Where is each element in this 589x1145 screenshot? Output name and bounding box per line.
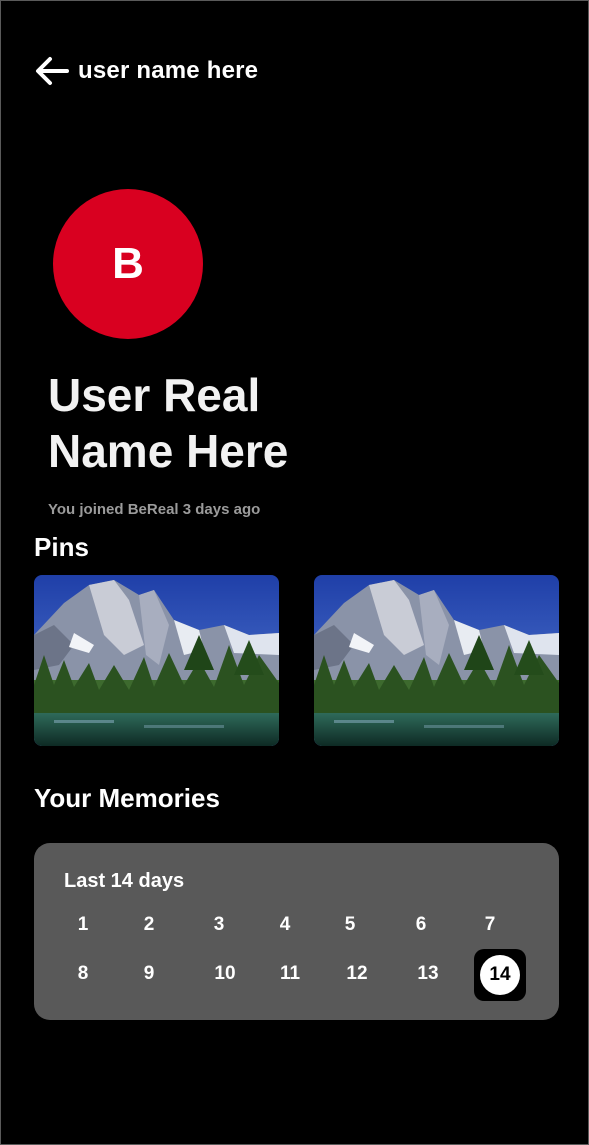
memory-day[interactable]: 13 [408, 959, 448, 989]
username: user name here [78, 57, 259, 84]
current-day-label: 14 [480, 955, 520, 995]
avatar: B [53, 189, 203, 339]
memories-title: Your Memories [34, 783, 220, 813]
memory-day[interactable]: 11 [270, 959, 310, 989]
memory-day[interactable]: 5 [330, 910, 370, 940]
pin-photo[interactable] [34, 575, 279, 746]
pins-title: Pins [34, 532, 89, 562]
memory-day[interactable]: 9 [129, 959, 169, 989]
mountain-lake-photo [34, 575, 279, 746]
arrow-left-icon [36, 57, 69, 85]
memory-day[interactable]: 1 [63, 910, 103, 940]
memory-day[interactable]: 6 [401, 910, 441, 940]
memory-day[interactable]: 10 [205, 959, 245, 989]
memory-day[interactable]: 7 [470, 910, 510, 940]
mountain-lake-photo [314, 575, 559, 746]
avatar-initial: B [112, 239, 144, 288]
memory-day-current[interactable]: 14 [474, 949, 526, 1001]
memory-day[interactable]: 2 [129, 910, 169, 940]
memories-period-label: Last 14 days [64, 870, 185, 892]
real-name: User Real Name Here [48, 369, 289, 477]
pin-photo[interactable] [314, 575, 559, 746]
memory-day[interactable]: 8 [63, 959, 103, 989]
header: user name here [34, 55, 258, 87]
memory-day[interactable]: 12 [337, 959, 377, 989]
back-button[interactable] [34, 55, 70, 87]
memories-card[interactable]: Last 14 days 1 2 3 4 5 6 7 8 9 10 11 12 … [34, 843, 559, 1020]
memory-day[interactable]: 3 [199, 910, 239, 940]
memory-day[interactable]: 4 [265, 910, 305, 940]
joined-text: You joined BeReal 3 days ago [48, 501, 261, 518]
app-screen: user name here B User Real Name Here You… [0, 0, 589, 1145]
